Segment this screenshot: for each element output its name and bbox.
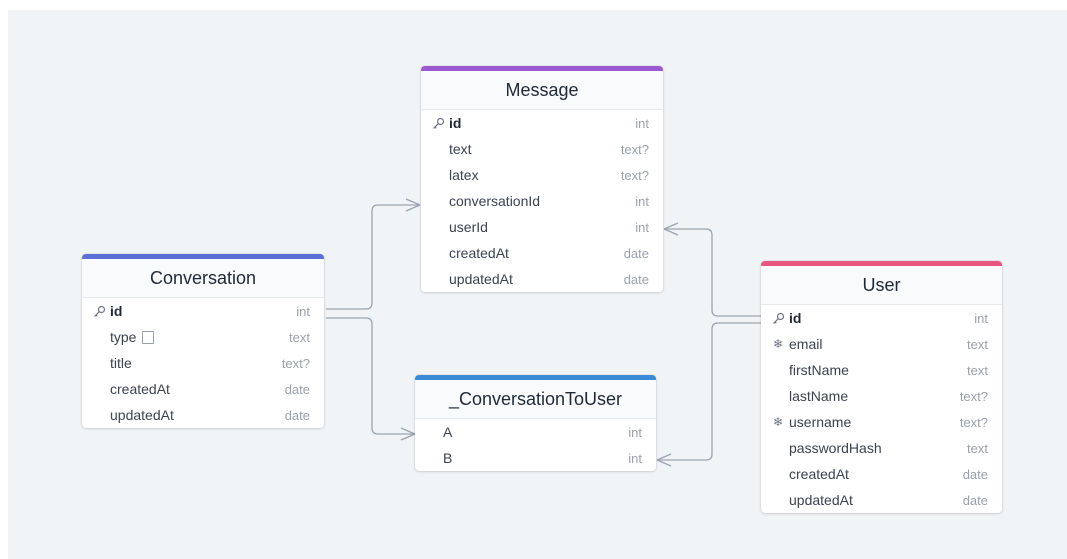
column-name: createdAt (449, 245, 509, 261)
column-row[interactable]: createdAt date (82, 376, 324, 402)
column-type: text? (281, 355, 310, 371)
column-row[interactable]: ❄ username text? (761, 409, 1002, 435)
column-row[interactable]: id int (82, 298, 324, 324)
column-name: type (110, 329, 137, 345)
column-row[interactable]: latex text? (421, 162, 663, 188)
column-name: createdAt (110, 381, 170, 397)
column-row[interactable]: Aint (415, 419, 656, 445)
column-type: text? (620, 141, 649, 157)
column-row[interactable]: Bint (415, 445, 656, 471)
table-conversation[interactable]: Conversation id int type text title text? crea… (82, 254, 324, 428)
column-row[interactable]: userId int (421, 214, 663, 240)
column-type: date (623, 271, 649, 287)
column-name: id (449, 115, 462, 131)
key-icon (769, 312, 787, 325)
column-row[interactable]: createdAt date (761, 461, 1002, 487)
column-name: id (789, 310, 802, 326)
table-conversation-to-user[interactable]: _ConversationToUser Aint Bint (415, 375, 656, 471)
column-type: text? (959, 414, 988, 430)
column-name: updatedAt (789, 492, 853, 508)
unique-icon: ❄ (772, 337, 784, 351)
column-type: int (635, 193, 649, 209)
column-name: updatedAt (449, 271, 513, 287)
column-type: date (623, 245, 649, 261)
column-row[interactable]: updatedAt date (421, 266, 663, 292)
column-type: text (967, 362, 988, 378)
column-name: firstName (789, 362, 849, 378)
key-icon (429, 117, 447, 130)
column-name: lastName (789, 388, 849, 404)
column-name: email (789, 336, 823, 352)
column-list: id int text text? latex text? conversationId in… (421, 110, 663, 292)
column-row[interactable]: updatedAt date (82, 402, 324, 428)
column-type: text (967, 336, 988, 352)
column-row[interactable]: lastName text? (761, 383, 1002, 409)
column-type: date (284, 407, 310, 423)
column-name: conversationId (449, 193, 541, 209)
column-name: userId (449, 219, 488, 235)
column-name: text (449, 141, 472, 157)
column-name: title (110, 355, 132, 371)
column-type: int (296, 303, 310, 319)
column-type: int (628, 450, 642, 466)
table-title[interactable]: User (761, 266, 1002, 305)
column-row[interactable]: text text? (421, 136, 663, 162)
column-type: text? (620, 167, 649, 183)
column-name: id (110, 303, 123, 319)
column-type: int (635, 115, 649, 131)
column-type: text (967, 440, 988, 456)
column-row[interactable]: createdAt date (421, 240, 663, 266)
column-type: int (628, 424, 642, 440)
column-row[interactable]: passwordHash text (761, 435, 1002, 461)
column-type: int (974, 310, 988, 326)
table-message[interactable]: Message id int text text? latex text? conversa… (421, 66, 663, 292)
unique-icon: ❄ (772, 415, 784, 429)
column-row[interactable]: conversationId int (421, 188, 663, 214)
column-row[interactable]: firstName text (761, 357, 1002, 383)
column-list: Aint Bint (415, 419, 656, 471)
column-name: updatedAt (110, 407, 174, 423)
column-name: passwordHash (789, 440, 882, 456)
column-type: text (289, 329, 310, 345)
column-type: date (962, 492, 988, 508)
key-icon (90, 305, 108, 318)
column-row[interactable]: id int (761, 305, 1002, 331)
column-type: text? (959, 388, 988, 404)
column-list: id int type text title text? createdAt date upda… (82, 298, 324, 428)
column-row[interactable]: ❄ email text (761, 331, 1002, 357)
column-list: id int ❄ email text firstName text lastName text… (761, 305, 1002, 513)
column-row[interactable]: id int (421, 110, 663, 136)
column-type: date (284, 381, 310, 397)
column-type: date (962, 466, 988, 482)
column-row[interactable]: updatedAt date (761, 487, 1002, 513)
table-user[interactable]: User id int ❄ email text firstName text lastNam… (761, 261, 1002, 513)
table-title[interactable]: Message (421, 71, 663, 110)
column-name: createdAt (789, 466, 849, 482)
table-title[interactable]: _ConversationToUser (415, 380, 656, 419)
column-type: int (635, 219, 649, 235)
table-title[interactable]: Conversation (82, 259, 324, 298)
column-row[interactable]: type text (82, 324, 324, 350)
column-name: A (443, 424, 453, 440)
column-row[interactable]: title text? (82, 350, 324, 376)
column-name: B (443, 450, 453, 466)
note-icon[interactable] (142, 330, 155, 344)
column-name: latex (449, 167, 479, 183)
column-name: username (789, 414, 852, 430)
